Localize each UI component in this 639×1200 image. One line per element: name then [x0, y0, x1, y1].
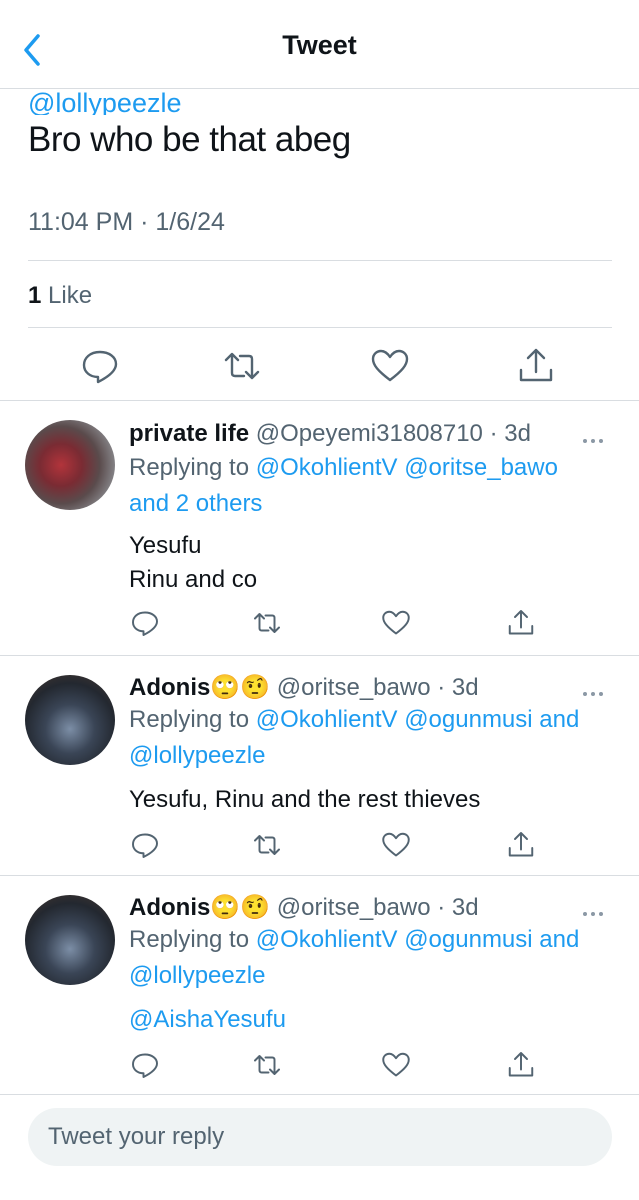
heart-icon	[371, 349, 409, 382]
reply-actions	[0, 608, 639, 652]
reply-text: Yesufu, Rinu and the rest thieves	[129, 786, 481, 813]
heart-icon	[382, 610, 410, 635]
like-button[interactable]	[381, 1050, 411, 1080]
mention-link[interactable]: @lollypeezle	[129, 742, 265, 769]
reply-icon	[132, 1053, 158, 1078]
share-button[interactable]	[506, 608, 536, 638]
reply-button[interactable]	[130, 1050, 160, 1080]
tweet-text: Bro who be that abeg	[28, 120, 351, 159]
name-emojis: 🙄🤨	[210, 894, 271, 921]
like-button[interactable]	[381, 608, 411, 638]
reply-button[interactable]	[80, 346, 120, 386]
like-button[interactable]	[370, 346, 410, 386]
mention-link[interactable]: @ogunmusi	[404, 926, 532, 953]
avatar[interactable]	[25, 675, 115, 765]
divider	[28, 260, 612, 261]
reply-composer-input[interactable]: Tweet your reply	[28, 1108, 612, 1166]
reply-header: private life @Opeyemi31808710 · 3d	[129, 420, 531, 447]
replying-to: Replying to @OkohlientV @ogunmusi and @l…	[129, 926, 580, 989]
clipped-handle: @lollypeezle	[28, 89, 182, 115]
share-button[interactable]	[506, 1050, 536, 1080]
retweet-icon	[254, 835, 280, 855]
likes-count[interactable]: 1 Like	[28, 282, 92, 310]
top-bar: Tweet	[0, 0, 639, 89]
reply-actions	[0, 830, 639, 874]
retweet-button[interactable]	[252, 830, 282, 860]
mention-link[interactable]: @oritse_bawo	[404, 454, 558, 481]
reply-text: @AishaYesufu	[129, 1003, 286, 1037]
share-icon	[508, 1052, 534, 1077]
mention-link[interactable]: @lollypeezle	[129, 962, 265, 989]
reply-button[interactable]	[130, 608, 160, 638]
reply-header: Adonis🙄🤨 @oritse_bawo · 3d	[129, 894, 479, 921]
mention-link[interactable]: @OkohlientV	[256, 454, 398, 481]
reply-tweet[interactable]: private life @Opeyemi31808710 · 3d Reply…	[0, 400, 639, 655]
avatar[interactable]	[25, 895, 115, 985]
reply-icon	[132, 833, 158, 858]
reply-tweet[interactable]: Adonis🙄🤨 @oritse_bawo · 3d Replying to @…	[0, 875, 639, 1095]
tweet-actions	[0, 346, 639, 390]
share-icon	[519, 348, 553, 382]
retweet-button[interactable]	[222, 346, 262, 386]
reply-icon	[82, 350, 118, 384]
tweet-timestamp: 11:04 PM · 1/6/24	[28, 208, 225, 236]
page-title: Tweet	[282, 30, 357, 60]
more-options-button[interactable]	[583, 683, 611, 696]
and-link[interactable]: and	[539, 926, 579, 953]
more-options-button[interactable]	[583, 903, 611, 916]
mention-link[interactable]: @OkohlientV	[256, 926, 398, 953]
retweet-icon	[254, 1055, 280, 1075]
more-options-button[interactable]	[583, 430, 611, 443]
mention-link[interactable]: @OkohlientV	[256, 706, 398, 733]
mention-link[interactable]: @AishaYesufu	[129, 1003, 286, 1037]
retweet-button[interactable]	[252, 608, 282, 638]
reply-actions	[0, 1050, 639, 1094]
others-link[interactable]: and 2 others	[129, 490, 262, 517]
reply-icon	[132, 611, 158, 636]
mention-link[interactable]: @ogunmusi	[404, 706, 532, 733]
heart-icon	[382, 1052, 410, 1077]
share-icon	[508, 610, 534, 635]
name-emojis: 🙄🤨	[210, 674, 271, 701]
share-icon	[508, 832, 534, 857]
replying-to: Replying to @OkohlientV @ogunmusi and @l…	[129, 706, 580, 769]
retweet-icon	[254, 613, 280, 633]
retweet-icon	[224, 352, 260, 380]
replying-to: Replying to @OkohlientV @oritse_bawo and…	[129, 454, 558, 517]
retweet-button[interactable]	[252, 1050, 282, 1080]
avatar[interactable]	[25, 420, 115, 510]
like-button[interactable]	[381, 830, 411, 860]
reply-text: Yesufu Rinu and co	[129, 532, 258, 593]
divider	[28, 327, 612, 328]
divider	[0, 1094, 639, 1095]
share-button[interactable]	[516, 346, 556, 386]
reply-button[interactable]	[130, 830, 160, 860]
reply-header: Adonis🙄🤨 @oritse_bawo · 3d	[129, 674, 479, 701]
reply-tweet[interactable]: Adonis🙄🤨 @oritse_bawo · 3d Replying to @…	[0, 655, 639, 875]
and-link[interactable]: and	[539, 706, 579, 733]
share-button[interactable]	[506, 830, 536, 860]
heart-icon	[382, 832, 410, 857]
